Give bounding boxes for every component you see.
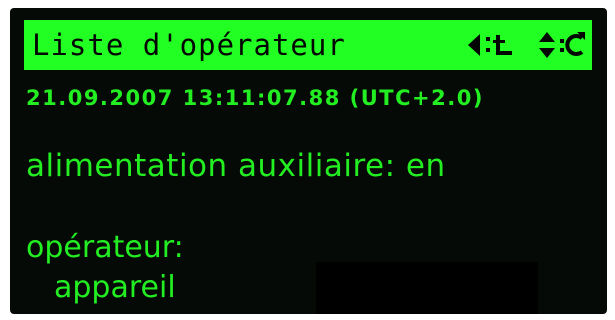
enter-icon[interactable] <box>486 31 516 59</box>
refresh-icon[interactable] <box>560 31 586 59</box>
operator-label: opérateur: <box>26 230 184 265</box>
operator-value[interactable]: appareil <box>54 270 176 305</box>
timestamp: 21.09.2007 13:11:07.88 (UTC+2.0) <box>26 86 484 110</box>
back-icon[interactable] <box>466 32 482 58</box>
lcd-screen: Liste d'opérateur 21.09.2007 13:11:07.88… <box>10 8 607 314</box>
title-bar: Liste d'opérateur <box>24 20 592 70</box>
scroll-refresh-icon-group <box>538 31 586 59</box>
navigation-icons <box>466 31 586 59</box>
screen-title: Liste d'opérateur <box>32 28 346 62</box>
display-shadow-patch <box>316 262 538 314</box>
up-down-icon[interactable] <box>538 31 556 59</box>
back-enter-icon-group <box>466 31 516 59</box>
auxiliary-power-status: alimentation auxiliaire: en <box>26 148 446 184</box>
